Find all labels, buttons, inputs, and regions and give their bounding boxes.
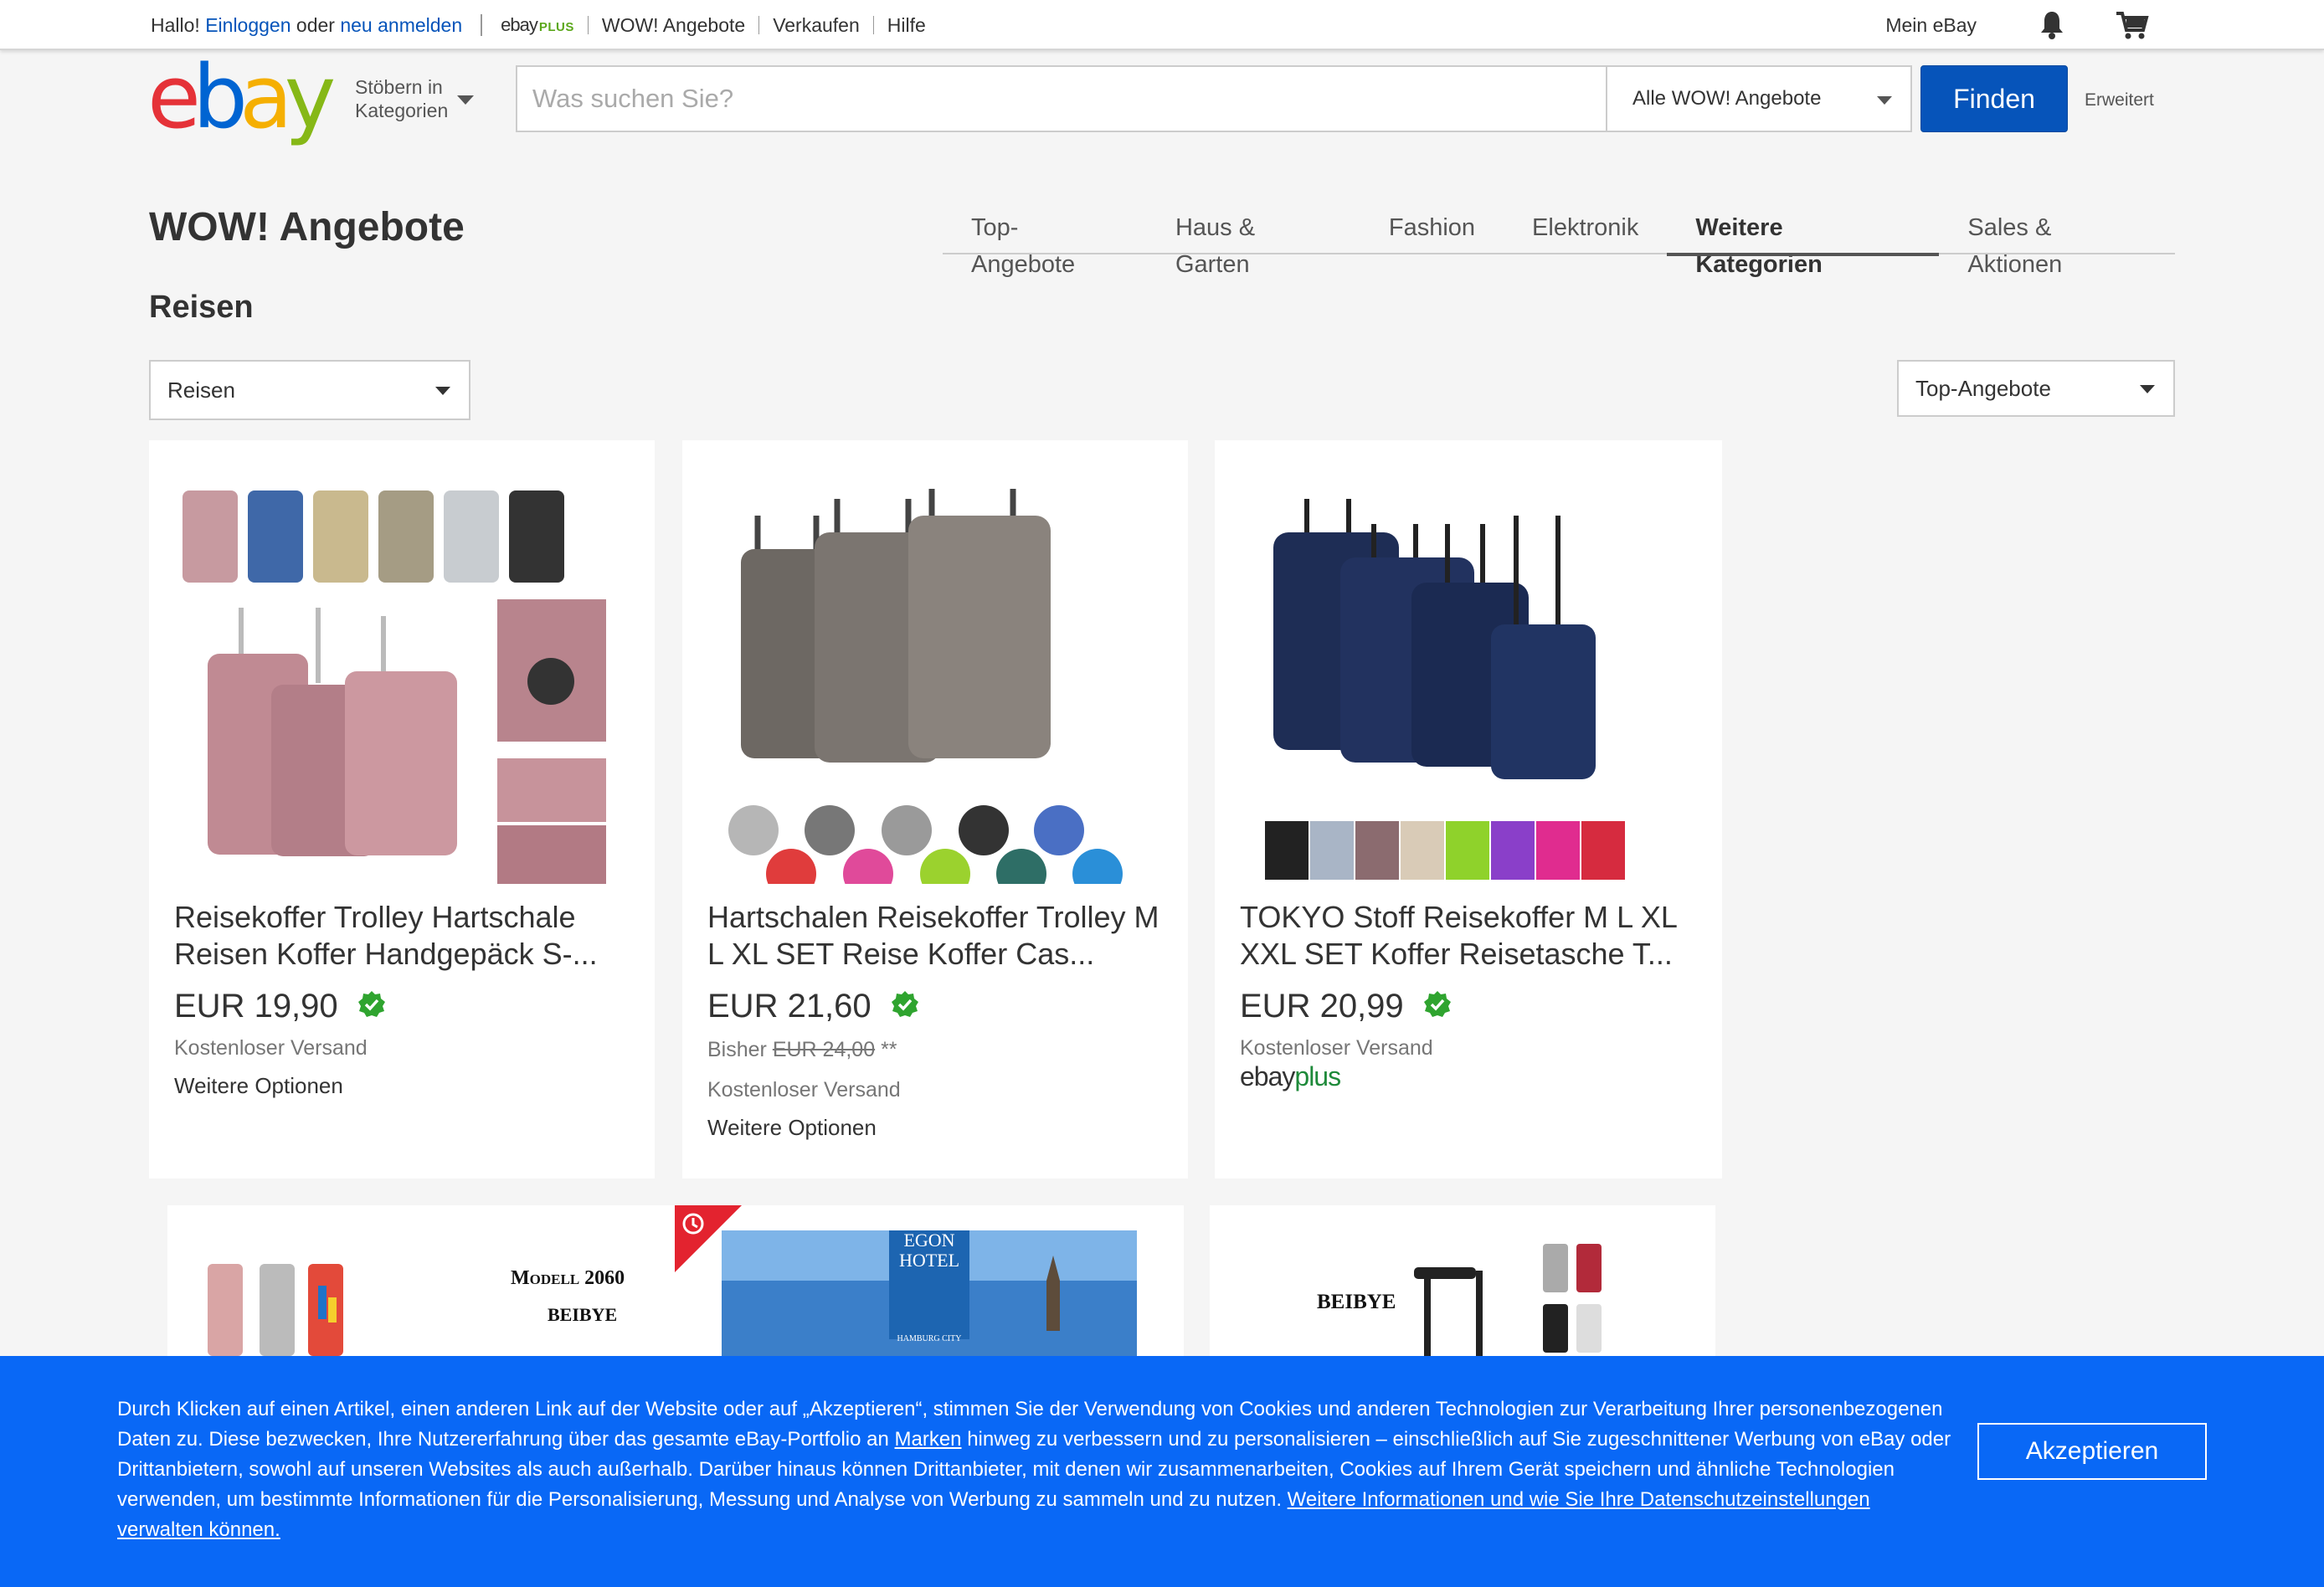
- product-card[interactable]: Reisekoffer Trolley Hartschale Reisen Ko…: [149, 440, 655, 1179]
- shipping-info: Kostenloser Versand: [707, 1078, 901, 1102]
- ebay-plus-link[interactable]: ebay PLUS: [501, 14, 574, 36]
- nav-wow-angebote[interactable]: WOW! Angebote: [602, 14, 745, 37]
- model-label: Modell 2060: [511, 1267, 625, 1289]
- verified-deal-icon: [890, 989, 920, 1024]
- hotel-name: EGON HOTEL HAMBURG CITY: [889, 1230, 969, 1349]
- sort-value: Top-Angebote: [1915, 376, 2051, 401]
- product-image[interactable]: [174, 465, 631, 884]
- ebay-plus-wordmark: ebay: [1240, 1061, 1295, 1091]
- cookie-text: Durch Klicken auf einen Artikel, einen a…: [117, 1394, 1959, 1545]
- was-price-footnote: **: [881, 1038, 897, 1061]
- more-options-link[interactable]: Weitere Optionen: [707, 1115, 877, 1141]
- logo-letter-a: a: [239, 46, 293, 148]
- topbar-right: Mein eBay: [1885, 0, 2149, 50]
- cart-icon[interactable]: [2115, 8, 2149, 42]
- was-price-value: EUR 24,00: [772, 1038, 876, 1061]
- search-category-select[interactable]: Alle WOW! Angebote: [1606, 65, 1912, 132]
- chevron-down-icon[interactable]: [457, 95, 474, 105]
- product-price: EUR 19,90: [174, 988, 338, 1025]
- ebay-logo[interactable]: ebay: [147, 54, 348, 141]
- accept-cookies-button[interactable]: Akzeptieren: [1977, 1423, 2207, 1480]
- hotel-line-2: HOTEL: [898, 1250, 960, 1271]
- nav-verkaufen[interactable]: Verkaufen: [773, 14, 860, 37]
- cookie-consent-banner: Durch Klicken auf einen Artikel, einen a…: [0, 1356, 2324, 1587]
- advanced-search-link[interactable]: Erweitert: [2085, 90, 2154, 110]
- logo-letter-b: b: [192, 46, 248, 148]
- divider: [758, 16, 760, 34]
- or-text: oder: [296, 13, 335, 36]
- logo-letter-e: e: [147, 46, 201, 148]
- register-link[interactable]: neu anmelden: [340, 14, 462, 37]
- divider: [481, 14, 483, 36]
- search-input[interactable]: [517, 67, 1606, 131]
- price-row: EUR 21,60: [707, 988, 920, 1025]
- product-card[interactable]: TOKYO Stoff Reisekoffer M L XL XXL SET K…: [1215, 440, 1722, 1179]
- ebay-plus-badge: PLUS: [538, 20, 574, 34]
- topbar-left: Hallo! Einloggen oder neu anmelden ebay P…: [151, 0, 926, 50]
- was-price-label: Bisher: [707, 1038, 767, 1061]
- tab-weitere-kategorien[interactable]: Weitere Kategorien: [1667, 209, 1940, 278]
- was-price: Bisher EUR 24,00 **: [707, 1038, 897, 1062]
- brand-label: BEIBYE: [548, 1304, 618, 1325]
- tab-haus-garten[interactable]: Haus & Garten: [1147, 209, 1360, 278]
- nav-hilfe[interactable]: Hilfe: [887, 14, 926, 37]
- divider: [872, 16, 874, 34]
- ebay-plus-logo: ebayplus: [1240, 1061, 1341, 1092]
- chevron-down-icon: [435, 387, 450, 395]
- shipping-info: Kostenloser Versand: [174, 1036, 368, 1060]
- ebay-plus-wordmark: ebay: [501, 14, 538, 35]
- mein-ebay-link[interactable]: Mein eBay: [1885, 14, 1977, 37]
- section-title: Reisen: [149, 290, 254, 325]
- product-title[interactable]: TOKYO Stoff Reisekoffer M L XL XXL SET K…: [1240, 899, 1705, 973]
- tab-elektronik[interactable]: Elektronik: [1504, 209, 1667, 254]
- marken-link[interactable]: Marken: [895, 1428, 962, 1451]
- hotel-line-3: HAMBURG CITY: [897, 1334, 962, 1343]
- divider: [587, 16, 589, 34]
- tab-sales-aktionen[interactable]: Sales & Aktionen: [1939, 209, 2175, 278]
- chevron-down-icon: [2140, 385, 2155, 393]
- price-row: EUR 20,99: [1240, 988, 1452, 1025]
- product-card[interactable]: Hartschalen Reisekoffer Trolley M L XL S…: [682, 440, 1188, 1179]
- browse-categories-button[interactable]: Stöbern in Kategorien: [355, 75, 448, 122]
- shipping-info: Kostenloser Versand: [1240, 1036, 1433, 1060]
- hotel-line-1: EGON: [903, 1230, 955, 1251]
- category-tabs: Top-Angebote Haus & Garten Fashion Elekt…: [943, 209, 2175, 278]
- category-filter-select[interactable]: Reisen: [149, 360, 470, 420]
- more-options-link[interactable]: Weitere Optionen: [174, 1073, 343, 1099]
- greeting-text: Hallo!: [151, 13, 200, 36]
- verified-deal-icon: [357, 989, 387, 1024]
- bell-icon[interactable]: [2035, 8, 2069, 42]
- product-title[interactable]: Reisekoffer Trolley Hartschale Reisen Ko…: [174, 899, 640, 973]
- product-image[interactable]: [1240, 465, 1697, 884]
- browse-label-line2: Kategorien: [355, 100, 449, 121]
- product-card[interactable]: BEIBYE: [1210, 1205, 1715, 1373]
- product-image[interactable]: [707, 465, 1165, 899]
- page-title: WOW! Angebote: [149, 205, 465, 249]
- product-image[interactable]: [1210, 1205, 1715, 1373]
- logo-letter-y: y: [284, 46, 336, 148]
- ebay-plus-badge: plus: [1294, 1061, 1341, 1091]
- brand-label: BEIBYE: [1317, 1291, 1396, 1313]
- product-price: EUR 21,60: [707, 988, 872, 1025]
- price-row: EUR 19,90: [174, 988, 387, 1025]
- verified-deal-icon: [1422, 989, 1452, 1024]
- browse-label-line1: Stöbern in: [355, 76, 443, 98]
- login-link[interactable]: Einloggen: [205, 14, 290, 37]
- tab-fashion[interactable]: Fashion: [1360, 209, 1504, 254]
- category-filter-value: Reisen: [167, 377, 235, 403]
- search-field[interactable]: [516, 65, 1607, 132]
- find-button[interactable]: Finden: [1920, 65, 2068, 132]
- chevron-down-icon: [1877, 96, 1892, 105]
- tab-top-angebote[interactable]: Top-Angebote: [943, 209, 1147, 278]
- timer-badge: [675, 1205, 742, 1272]
- global-header: Hallo! Einloggen oder neu anmelden ebay P…: [0, 0, 2324, 50]
- search-category-value: Alle WOW! Angebote: [1632, 87, 1822, 110]
- sort-select[interactable]: Top-Angebote: [1897, 360, 2175, 417]
- product-title[interactable]: Hartschalen Reisekoffer Trolley M L XL S…: [707, 899, 1173, 973]
- product-price: EUR 20,99: [1240, 988, 1404, 1025]
